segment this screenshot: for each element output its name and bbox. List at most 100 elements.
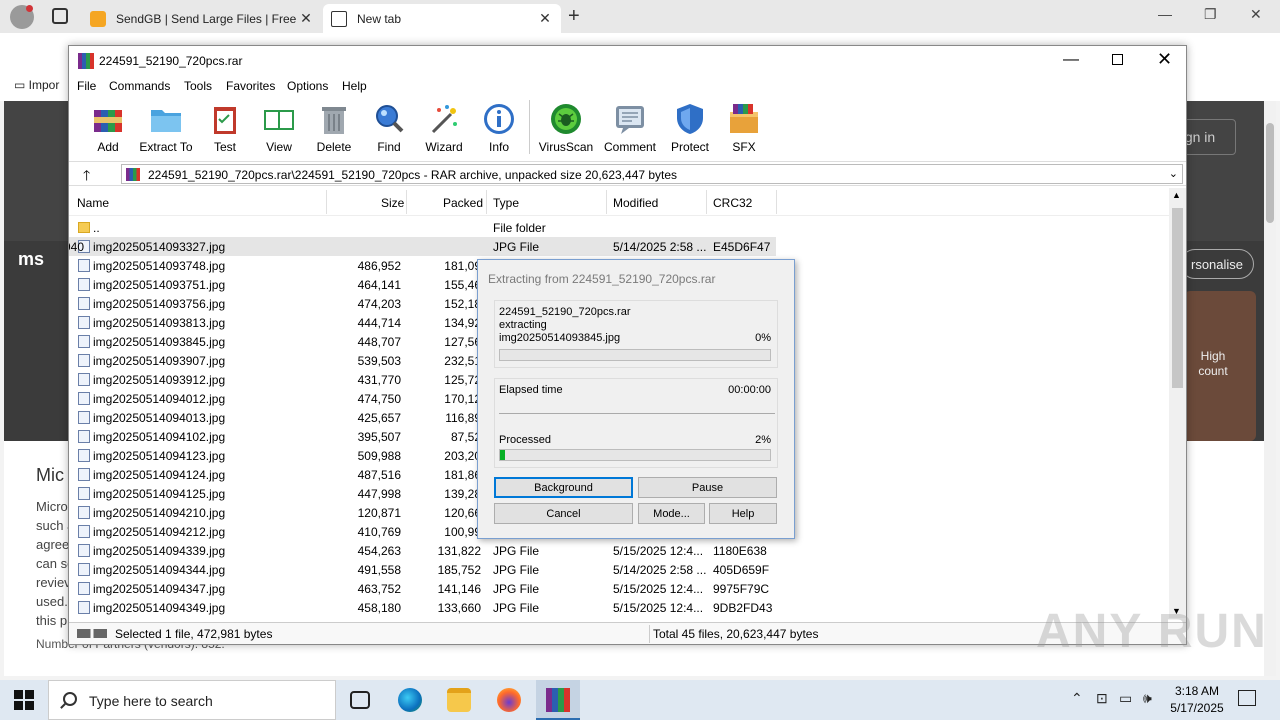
tool-virusscan-button[interactable]: VirusScan: [538, 102, 594, 158]
table-row[interactable]: img20250514093327.jpg472,981168,940JPG F…: [69, 237, 776, 256]
close-window-icon[interactable]: ✕: [1250, 6, 1262, 23]
tool-test-button[interactable]: Test: [197, 102, 253, 158]
column-divider[interactable]: [776, 190, 777, 214]
maximize-icon[interactable]: [1112, 54, 1123, 65]
browser-tab-sendgb[interactable]: SendGB | Send Large Files | Free f ✕: [82, 4, 322, 33]
taskbar-winrar[interactable]: [536, 680, 580, 720]
col-crc32[interactable]: CRC32: [713, 196, 752, 210]
personalise-button[interactable]: rsonalise: [1180, 249, 1254, 279]
path-bar: 🡑 224591_52190_720pcs.rar\224591_52190_7…: [69, 161, 1186, 186]
col-type[interactable]: Type: [493, 196, 519, 210]
chevron-down-icon[interactable]: ⌄: [1169, 167, 1178, 180]
firefox-icon[interactable]: [497, 688, 521, 712]
show-hidden-icons-chevron-icon[interactable]: ⌃: [1071, 690, 1083, 707]
cell-size: 491,558: [357, 563, 401, 577]
menu-tools[interactable]: Tools: [184, 79, 212, 93]
notification-icon[interactable]: [1238, 690, 1256, 706]
network-icon[interactable]: ⊡: [1096, 690, 1108, 707]
browser-tab-bar: SendGB | Send Large Files | Free f ✕ New…: [0, 0, 1280, 33]
web-card-text: High count: [1189, 349, 1237, 379]
file-explorer-icon[interactable]: [447, 688, 471, 712]
volume-icon[interactable]: 🕪: [1143, 690, 1152, 707]
scroll-thumb[interactable]: [1172, 208, 1183, 388]
column-divider[interactable]: [606, 190, 607, 214]
tool-label: Wizard: [425, 140, 463, 154]
cell-packed: 116,89: [445, 411, 481, 425]
table-row[interactable]: img20250514094344.jpg 491,558 185,752 JPG F…: [69, 560, 1173, 579]
pause-button[interactable]: Pause: [638, 477, 777, 498]
menu-favorites[interactable]: Favorites: [226, 79, 275, 93]
close-icon[interactable]: ✕: [537, 10, 553, 27]
column-divider[interactable]: [486, 190, 487, 214]
tab-actions-icon[interactable]: [52, 8, 68, 24]
column-divider[interactable]: [406, 190, 407, 214]
divider: [499, 413, 775, 414]
file-list-scrollbar[interactable]: ▲ ▼: [1169, 188, 1186, 618]
wifi-icon[interactable]: ▭: [1119, 690, 1132, 707]
menu-commands[interactable]: Commands: [109, 79, 170, 93]
taskbar: Type here to search ⌃ ⊡ ▭ 🕪 3:18 AM 5/17…: [0, 680, 1280, 720]
table-row[interactable]: .. File folder: [69, 218, 1173, 237]
edge-browser-icon[interactable]: [398, 688, 422, 712]
tab-title: SendGB | Send Large Files | Free f: [116, 11, 298, 26]
overall-progress-bar: [499, 449, 771, 461]
minimize-icon[interactable]: —: [1063, 51, 1079, 69]
tab-title: New tab: [357, 11, 402, 26]
close-icon[interactable]: ✕: [298, 10, 314, 27]
col-modified[interactable]: Modified: [613, 196, 658, 210]
column-divider[interactable]: [326, 190, 327, 214]
bookmark-import[interactable]: ▭ Impor: [14, 78, 59, 92]
tool-comment-button[interactable]: Comment: [602, 102, 658, 158]
browser-tab-newtab[interactable]: New tab ✕: [323, 4, 561, 33]
windows-start-icon[interactable]: [14, 690, 34, 710]
tool-add-button[interactable]: Add: [80, 102, 136, 158]
tool-view-button[interactable]: View: [251, 102, 307, 158]
cell-packed: 100,99: [444, 525, 481, 539]
tool-info-button[interactable]: Info: [471, 102, 527, 158]
restore-icon[interactable]: ❐: [1204, 6, 1217, 23]
tool-wizard-button[interactable]: Wizard: [416, 102, 472, 158]
table-row[interactable]: img20250514094347.jpg 463,752 141,146 JPG F…: [69, 579, 1173, 598]
cancel-button[interactable]: Cancel: [494, 503, 633, 524]
jpg-file-icon: [78, 278, 90, 291]
cell-name: img20250514093907.jpg: [93, 354, 226, 368]
table-row[interactable]: img20250514094339.jpg 454,263 131,822 JPG F…: [69, 541, 1173, 560]
cell-size: 464,141: [357, 278, 401, 292]
task-view-icon[interactable]: [350, 691, 370, 709]
taskbar-search-box[interactable]: Type here to search: [48, 680, 336, 720]
scroll-thumb[interactable]: [1266, 123, 1274, 223]
table-row[interactable]: img20250514094349.jpg 458,180 133,660 JPG F…: [69, 598, 1173, 617]
cell-name: img20250514094123.jpg: [93, 449, 226, 463]
menu-file[interactable]: File: [77, 79, 96, 93]
path-field[interactable]: 224591_52190_720pcs.rar\224591_52190_720…: [121, 164, 1183, 184]
col-name[interactable]: Name: [77, 196, 109, 210]
tool-delete-button[interactable]: Delete: [306, 102, 362, 158]
background-button[interactable]: Background: [494, 477, 633, 498]
close-icon[interactable]: ✕: [1157, 49, 1172, 70]
trash-icon: [322, 107, 346, 134]
menu-help[interactable]: Help: [342, 79, 367, 93]
system-clock[interactable]: 3:18 AM 5/17/2025: [1168, 683, 1226, 717]
col-size[interactable]: Size: [381, 196, 404, 210]
magnifier-icon: [376, 105, 404, 133]
tool-sfx-button[interactable]: SFX: [716, 102, 772, 158]
tool-protect-button[interactable]: Protect: [662, 102, 718, 158]
scroll-up-icon[interactable]: ▲: [1172, 190, 1181, 200]
page-scrollbar[interactable]: [1264, 101, 1276, 676]
tool-extract-button[interactable]: Extract To: [138, 102, 194, 158]
mode-button[interactable]: Mode...: [638, 503, 705, 524]
menu-options[interactable]: Options: [287, 79, 328, 93]
cell-packed: 131,822: [437, 544, 481, 558]
col-packed[interactable]: Packed: [443, 196, 483, 210]
cell-name: img20250514093327.jpg: [93, 240, 226, 254]
minimize-icon[interactable]: —: [1158, 6, 1172, 22]
cell-modified: 5/14/2025 2:58 ...: [613, 563, 707, 577]
jpg-file-icon: [78, 297, 90, 310]
anyrun-watermark: ANY RUN: [1036, 605, 1268, 658]
help-button[interactable]: Help: [709, 503, 777, 524]
tool-find-button[interactable]: Find: [361, 102, 417, 158]
profile-avatar-icon[interactable]: [10, 5, 34, 29]
new-tab-plus-icon[interactable]: +: [568, 5, 580, 28]
up-arrow-icon[interactable]: 🡑: [83, 165, 90, 189]
column-divider[interactable]: [706, 190, 707, 214]
